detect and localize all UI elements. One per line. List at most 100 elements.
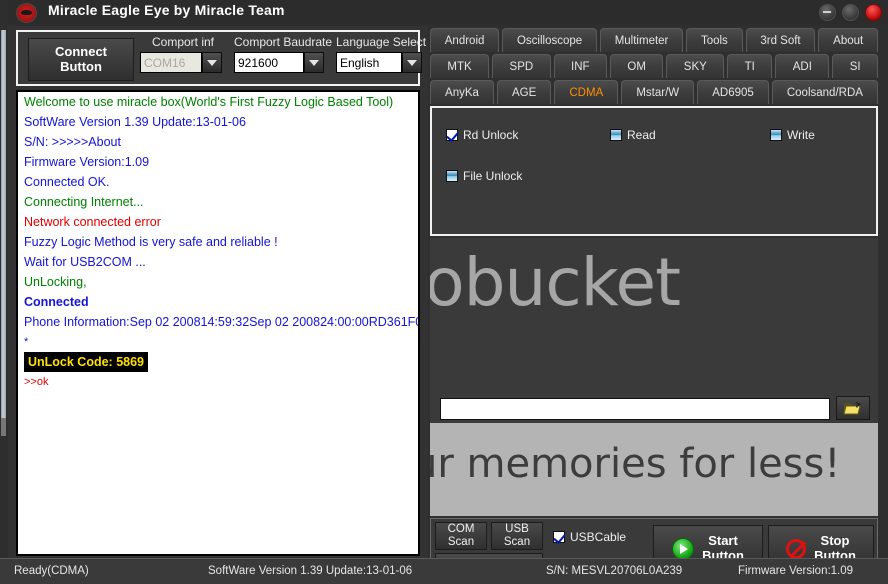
- no-entry-icon: [786, 539, 807, 559]
- log-line: Welcome to use miracle box(World's First…: [24, 95, 394, 109]
- checkbox-usb-cable[interactable]: USBCable: [553, 530, 626, 544]
- tab-adi[interactable]: ADI: [775, 54, 830, 78]
- log-line: UnLocking,: [24, 275, 87, 289]
- open-folder-icon[interactable]: [836, 396, 870, 420]
- checkbox-icon: [770, 129, 782, 141]
- baudrate-dropdown-chevron-down-icon[interactable]: [304, 52, 324, 73]
- connect-button[interactable]: Connect Button: [28, 38, 134, 81]
- checkbox-file-unlock-label: File Unlock: [463, 169, 523, 183]
- checkbox-read-label: Read: [627, 128, 656, 142]
- tab-tools[interactable]: Tools: [686, 28, 743, 52]
- baudrate-field: Comport Baudrate: [234, 35, 333, 73]
- stop-button-label-1: Stop: [820, 533, 850, 549]
- background-strip-lower: [1, 418, 6, 436]
- language-label: Language Select: [336, 35, 427, 49]
- checkbox-write-label: Write: [787, 128, 815, 142]
- window-title: Miracle Eagle Eye by Miracle Team: [48, 2, 285, 18]
- tab-mstar-w[interactable]: Mstar/W: [621, 80, 695, 104]
- tab-age[interactable]: AGE: [496, 80, 552, 104]
- language-input[interactable]: [336, 52, 402, 73]
- tab-ti[interactable]: TI: [727, 54, 773, 78]
- tab-anyka[interactable]: AnyKa: [430, 80, 494, 104]
- log-line: >>ok: [24, 376, 49, 388]
- checkbox-rd-unlock-label: Rd Unlock: [463, 128, 519, 142]
- status-bar: Ready(CDMA) SoftWare Version 1.39 Update…: [0, 558, 888, 584]
- log-line: Network connected error: [24, 215, 161, 229]
- baudrate-input[interactable]: [234, 52, 304, 73]
- status-firmware-version: Firmware Version:1.09: [738, 565, 854, 577]
- usb-scan-label-1: USB: [505, 522, 529, 535]
- tab-android[interactable]: Android: [430, 28, 500, 52]
- com-scan-label-2: Scan: [447, 536, 475, 548]
- checkbox-icon: [553, 531, 565, 543]
- tab-om[interactable]: OM: [610, 54, 664, 78]
- usb-scan-button[interactable]: USB Scan: [491, 522, 543, 550]
- watermark-top-text: otobucket: [430, 244, 681, 321]
- left-panel: Connect Button Comport inf Comport Baudr…: [8, 26, 428, 579]
- tab-oscilloscope[interactable]: Oscilloscope: [502, 28, 597, 52]
- status-serial-number: S/N: MESVL20706L0A239: [546, 565, 683, 577]
- usb-scan-label-2: Scan: [503, 536, 531, 548]
- window-left-edge: [0, 0, 8, 584]
- log-line: Connecting Internet...: [24, 195, 144, 209]
- connect-button-label-2: Button: [60, 58, 102, 74]
- tab-mtk[interactable]: MTK: [430, 54, 490, 78]
- close-icon[interactable]: [865, 4, 882, 21]
- right-panel: Android Oscilloscope Multimeter Tools 3rd So…: [428, 26, 880, 580]
- log-line: Wait for USB2COM ...: [24, 255, 146, 269]
- log-line: Fuzzy Logic Method is very safe and reli…: [24, 235, 278, 249]
- miracle-logo-icon: [16, 3, 37, 23]
- log-line: UnLock Code: 5869: [18, 352, 418, 372]
- tab-multimeter[interactable]: Multimeter: [599, 28, 684, 52]
- connect-button-label-1: Connect: [55, 43, 107, 59]
- tab-about[interactable]: About: [818, 28, 879, 52]
- window-controls: [819, 4, 882, 21]
- maximize-icon[interactable]: [842, 4, 859, 21]
- language-dropdown-chevron-down-icon[interactable]: [402, 52, 422, 73]
- operation-options-panel: Rd Unlock Read Write File Unlock: [430, 106, 878, 236]
- checkbox-usb-cable-label: USBCable: [570, 530, 627, 544]
- tab-cdma[interactable]: CDMA: [554, 80, 619, 104]
- status-software-version: SoftWare Version 1.39 Update:13-01-06: [208, 565, 413, 577]
- com-scan-label-1: COM: [447, 522, 475, 535]
- checkbox-icon: [446, 170, 458, 182]
- baudrate-label: Comport Baudrate: [234, 35, 333, 49]
- watermark-bottom-text: ur memories for less!: [430, 441, 841, 487]
- minimize-icon[interactable]: [819, 4, 836, 21]
- log-line: Phone Information:Sep 02 200814:59:32Sep…: [24, 315, 420, 329]
- log-line: SoftWare Version 1.39 Update:13-01-06: [24, 115, 246, 129]
- unlock-code-highlight: UnLock Code: 5869: [24, 352, 149, 372]
- tab-row: Android Oscilloscope Multimeter Tools 3rd So…: [430, 28, 879, 52]
- play-circle-icon: [672, 538, 695, 560]
- checkbox-rd-unlock[interactable]: Rd Unlock: [446, 128, 518, 142]
- status-ready: Ready(CDMA): [14, 565, 89, 577]
- tab-3rd-soft[interactable]: 3rd Soft: [745, 28, 816, 52]
- connection-toolbar: Connect Button Comport inf Comport Baudr…: [16, 30, 426, 86]
- tab-sky[interactable]: SKY: [666, 54, 725, 78]
- title-bar: Miracle Eagle Eye by Miracle Team: [8, 0, 888, 24]
- file-path-input[interactable]: [440, 398, 830, 420]
- tab-ad6905[interactable]: AD6905: [697, 80, 769, 104]
- language-field: Language Select: [336, 35, 427, 73]
- tab-bar: Android Oscilloscope Multimeter Tools 3rd So…: [430, 28, 879, 106]
- checkbox-read[interactable]: Read: [610, 128, 656, 142]
- log-output-area[interactable]: Welcome to use miracle box(World's First…: [16, 90, 420, 556]
- log-line: Connected OK.: [24, 175, 110, 189]
- watermark-area: otobucket ur memories for less!: [430, 238, 878, 516]
- tab-si[interactable]: SI: [832, 54, 879, 78]
- comport-dropdown-chevron-down-icon[interactable]: [202, 52, 222, 73]
- tab-coolsand-rda[interactable]: Coolsand/RDA: [771, 80, 878, 104]
- checkbox-icon: [446, 129, 458, 141]
- com-scan-button[interactable]: COM Scan: [435, 522, 487, 550]
- application-window: Miracle Eagle Eye by Miracle Team Connec…: [0, 0, 888, 584]
- watermark-band: ur memories for less!: [430, 423, 878, 516]
- comport-input[interactable]: [140, 52, 202, 73]
- tab-inf[interactable]: INF: [553, 54, 607, 78]
- start-button-label-1: Start: [708, 533, 738, 549]
- tab-row: MTK SPD INF OM SKY TI ADI SI: [430, 54, 879, 78]
- comport-label: Comport inf: [151, 35, 215, 49]
- checkbox-write[interactable]: Write: [770, 128, 815, 142]
- log-line: *: [24, 336, 29, 348]
- checkbox-file-unlock[interactable]: File Unlock: [446, 169, 522, 183]
- tab-spd[interactable]: SPD: [492, 54, 551, 78]
